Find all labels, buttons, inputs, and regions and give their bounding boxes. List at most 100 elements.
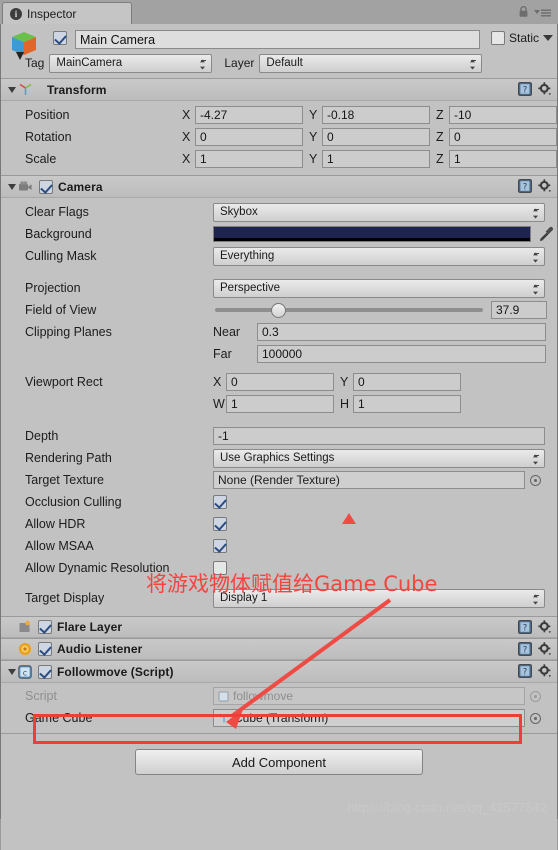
csharp-script-icon bbox=[218, 690, 229, 702]
foldout-toggle-camera[interactable] bbox=[5, 180, 18, 193]
static-toggle-group[interactable]: Static bbox=[491, 31, 554, 45]
component-header-flare-layer[interactable]: Flare Layer ? bbox=[1, 617, 557, 638]
row-allow-msaa: Allow MSAA bbox=[1, 535, 557, 557]
script-field: followmove bbox=[213, 687, 525, 705]
allow-hdr-checkbox[interactable] bbox=[213, 517, 227, 531]
game-cube-field[interactable]: Cube (Transform) bbox=[213, 709, 525, 727]
flare-layer-enabled-checkbox[interactable] bbox=[38, 620, 52, 634]
viewport-h-input[interactable]: 1 bbox=[353, 395, 461, 413]
help-icon[interactable]: ? bbox=[518, 179, 532, 193]
allow-msaa-checkbox[interactable] bbox=[213, 539, 227, 553]
gear-icon[interactable] bbox=[538, 664, 552, 678]
component-header-audio-listener[interactable]: Audio Listener ? bbox=[1, 639, 557, 660]
gear-icon[interactable] bbox=[538, 82, 552, 96]
add-component-button[interactable]: Add Component bbox=[135, 749, 423, 775]
position-y-input[interactable]: -0.18 bbox=[322, 106, 430, 124]
svg-text:?: ? bbox=[523, 668, 528, 678]
help-icon[interactable]: ? bbox=[518, 620, 532, 634]
static-checkbox[interactable] bbox=[491, 31, 505, 45]
gear-icon[interactable] bbox=[538, 620, 552, 634]
object-picker-icon bbox=[530, 690, 541, 702]
axis-h-label: H bbox=[340, 397, 350, 411]
clipping-far-input[interactable]: 100000 bbox=[257, 345, 546, 363]
updown-arrows-icon bbox=[533, 454, 538, 464]
slider-handle[interactable] bbox=[271, 303, 287, 318]
camera-icon bbox=[19, 181, 32, 191]
target-display-dropdown[interactable]: Display 1 bbox=[213, 588, 545, 608]
watermark-text: https://blog.csdn.net/qq_42577542 bbox=[347, 800, 548, 815]
help-icon[interactable]: ? bbox=[518, 664, 532, 678]
foldout-toggle-transform[interactable] bbox=[5, 83, 18, 96]
object-name-input[interactable]: Main Camera bbox=[75, 30, 480, 49]
eyedropper-icon[interactable] bbox=[538, 226, 554, 242]
tag-dropdown[interactable]: MainCamera bbox=[49, 53, 213, 73]
field-of-view-slider[interactable] bbox=[215, 303, 483, 318]
background-alpha-bar bbox=[214, 238, 530, 241]
rendering-path-dropdown[interactable]: Use Graphics Settings bbox=[213, 448, 545, 468]
label-position: Position bbox=[25, 108, 70, 122]
chevron-down-icon[interactable] bbox=[543, 35, 554, 41]
tab-inspector[interactable]: i Inspector bbox=[2, 2, 132, 24]
foldout-toggle-audio-listener[interactable] bbox=[5, 643, 18, 656]
audio-listener-icon bbox=[19, 643, 31, 655]
label-rotation: Rotation bbox=[25, 130, 72, 144]
foldout-toggle-followmove[interactable] bbox=[5, 665, 18, 678]
updown-arrows-icon bbox=[533, 284, 538, 294]
row-allow-dynamic-resolution: Allow Dynamic Resolution bbox=[1, 557, 557, 579]
component-title-camera: Camera bbox=[58, 179, 103, 194]
gear-icon[interactable] bbox=[538, 179, 552, 193]
scale-z-input[interactable]: 1 bbox=[449, 150, 557, 168]
clear-flags-dropdown[interactable]: Skybox bbox=[213, 202, 545, 222]
rotation-x-input[interactable]: 0 bbox=[195, 128, 303, 146]
lock-icon[interactable] bbox=[517, 5, 530, 18]
field-of-view-input[interactable]: 37.9 bbox=[491, 301, 547, 319]
component-header-transform[interactable]: Transform ? bbox=[1, 79, 557, 101]
hamburger-menu-icon[interactable] bbox=[534, 7, 552, 17]
allow-dynamic-resolution-checkbox[interactable] bbox=[213, 561, 227, 575]
viewport-w-input[interactable]: 1 bbox=[226, 395, 334, 413]
component-header-followmove[interactable]: c Followmove (Script) ? bbox=[1, 661, 557, 683]
culling-mask-dropdown[interactable]: Everything bbox=[213, 246, 545, 266]
row-viewport-rect-xy: Viewport Rect X 0 Y 0 bbox=[1, 371, 557, 393]
row-occlusion-culling: Occlusion Culling bbox=[1, 491, 557, 513]
component-header-camera[interactable]: Camera ? bbox=[1, 176, 557, 198]
foldout-toggle-flare-layer[interactable] bbox=[5, 621, 18, 634]
depth-input[interactable]: -1 bbox=[213, 427, 545, 445]
updown-arrows-icon bbox=[533, 252, 538, 262]
label-viewport-rect: Viewport Rect bbox=[25, 375, 103, 389]
gear-icon[interactable] bbox=[538, 642, 552, 656]
followmove-enabled-checkbox[interactable] bbox=[38, 664, 52, 679]
layer-dropdown[interactable]: Default bbox=[259, 53, 483, 73]
background-color-field[interactable] bbox=[213, 226, 531, 242]
viewport-x-input[interactable]: 0 bbox=[226, 373, 334, 391]
viewport-y-input[interactable]: 0 bbox=[353, 373, 461, 391]
scale-y-input[interactable]: 1 bbox=[322, 150, 430, 168]
camera-enabled-checkbox[interactable] bbox=[39, 179, 53, 194]
occlusion-culling-checkbox[interactable] bbox=[213, 495, 227, 509]
position-z-input[interactable]: -10 bbox=[449, 106, 557, 124]
label-allow-msaa: Allow MSAA bbox=[25, 539, 94, 553]
projection-dropdown[interactable]: Perspective bbox=[213, 278, 545, 298]
row-viewport-rect-wh: W 1 H 1 bbox=[1, 393, 557, 415]
tag-layer-row: Tag MainCamera Layer Default bbox=[25, 53, 551, 73]
help-icon[interactable]: ? bbox=[518, 82, 532, 96]
row-script: Script followmove bbox=[1, 685, 557, 707]
rotation-z-input[interactable]: 0 bbox=[449, 128, 557, 146]
rotation-y-input[interactable]: 0 bbox=[322, 128, 430, 146]
help-icon[interactable]: ? bbox=[518, 642, 532, 656]
position-x-input[interactable]: -4.27 bbox=[195, 106, 303, 124]
label-projection: Projection bbox=[25, 281, 81, 295]
object-picker-icon[interactable] bbox=[530, 474, 541, 486]
row-rotation: Rotation X 0 Y 0 Z 0 bbox=[1, 126, 557, 148]
clipping-near-input[interactable]: 0.3 bbox=[257, 323, 546, 341]
layer-value: Default bbox=[266, 57, 303, 69]
target-texture-field[interactable]: None (Render Texture) bbox=[213, 471, 525, 489]
svg-text:?: ? bbox=[523, 646, 528, 656]
static-label: Static bbox=[509, 31, 540, 45]
inspector-tabstrip: i Inspector bbox=[0, 0, 558, 25]
scale-x-input[interactable]: 1 bbox=[195, 150, 303, 168]
object-picker-icon[interactable] bbox=[530, 712, 541, 724]
object-enabled-checkbox[interactable] bbox=[53, 30, 67, 45]
audio-listener-enabled-checkbox[interactable] bbox=[38, 642, 52, 656]
vector3-position: X -4.27 Y -0.18 Z -10 bbox=[182, 106, 557, 124]
